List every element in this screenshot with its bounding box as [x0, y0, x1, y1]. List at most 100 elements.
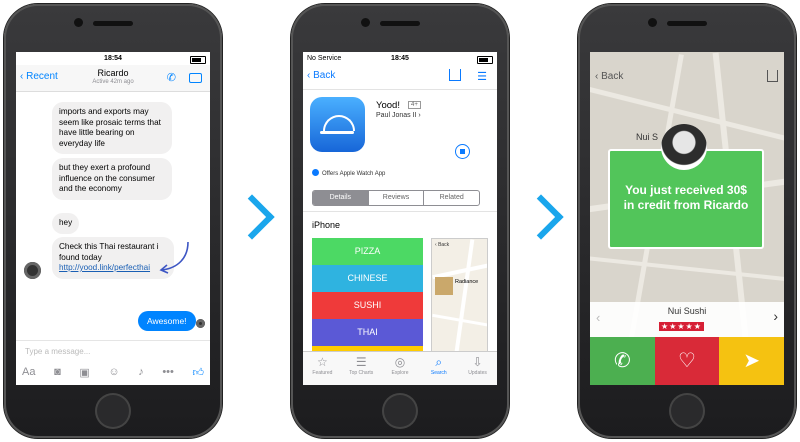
- microphone-icon[interactable]: ♪: [138, 366, 144, 379]
- category-tile: SUSHI: [312, 292, 423, 319]
- phone-icon[interactable]: ✆: [167, 71, 176, 84]
- tab-details[interactable]: Details: [313, 191, 368, 205]
- speaker: [93, 21, 133, 26]
- list-icon: ☰: [355, 355, 367, 369]
- tab-search[interactable]: ⌕ Search: [419, 352, 458, 385]
- share-icon[interactable]: [449, 69, 461, 81]
- watch-info: Offers Apple Watch App: [312, 169, 385, 177]
- battery-icon: [477, 56, 493, 64]
- action-bar: ✆ ♡ ➤: [590, 337, 784, 385]
- arrow-annotation-icon: [159, 241, 189, 274]
- star-icon: ☆: [317, 355, 328, 369]
- category-tile: THAI: [312, 319, 423, 346]
- back-label: Back: [313, 70, 336, 81]
- heart-icon: ♡: [678, 350, 696, 372]
- message-text: Check this Thai restaurant i found today: [59, 242, 159, 262]
- avatar: [661, 124, 707, 170]
- navigate-button[interactable]: ➤: [719, 337, 784, 385]
- age-rating: 4+: [408, 101, 421, 109]
- tab-related[interactable]: Related: [423, 191, 479, 205]
- emoji-icon[interactable]: ☺: [108, 366, 119, 379]
- status-time: 18:54: [104, 55, 122, 62]
- camera: [648, 18, 657, 27]
- status-bar: No Service 18:45: [303, 52, 497, 65]
- phone-icon: ✆: [613, 350, 631, 372]
- tab-updates[interactable]: ⇩ Updates: [458, 352, 497, 385]
- share-icon[interactable]: [767, 70, 778, 82]
- camera: [74, 18, 83, 27]
- divider: [303, 211, 497, 212]
- developer-link[interactable]: Paul Jonas II ›: [376, 112, 421, 119]
- tab-reviews[interactable]: Reviews: [367, 191, 424, 205]
- more-icon[interactable]: •••: [162, 366, 174, 379]
- list-icon[interactable]: ☰: [477, 70, 487, 83]
- rating-stars: ★★★★★: [659, 322, 704, 331]
- home-button: [669, 393, 705, 429]
- status-bar: 18:54: [16, 52, 210, 65]
- avatar: [24, 262, 41, 279]
- category-tile: PIZZA: [312, 238, 423, 265]
- carrier: No Service: [307, 55, 342, 62]
- video-icon[interactable]: [189, 73, 202, 83]
- navigate-icon: ➤: [743, 350, 761, 372]
- chevron-right-icon[interactable]: ›: [773, 308, 778, 324]
- phone-messenger: 18:54 ‹ Recent Ricardo Active 42m ago ✆ …: [4, 4, 222, 438]
- active-status: Active 42m ago: [92, 79, 134, 85]
- chevron-right-icon: [518, 194, 564, 240]
- tab-bar: ☆ Featured ☰ Top Charts ◎ Explore ⌕ Search ⇩…: [303, 351, 497, 385]
- restaurant-card[interactable]: ‹ Nui Sushi ★★★★★ ›: [590, 302, 784, 337]
- tab-top-charts[interactable]: ☰ Top Charts: [342, 352, 381, 385]
- speaker: [667, 21, 707, 26]
- phone-appstore: No Service 18:45 ‹ Back ☰ Yood! 4+ Paul …: [291, 4, 509, 438]
- back-label: Back: [601, 71, 624, 82]
- yood-link[interactable]: http://yood.link/perfecthai: [59, 263, 150, 272]
- message-bubble: hey: [52, 213, 80, 234]
- yood-screen: ‹ Back Nui S You just received 30$ in cr…: [590, 52, 784, 385]
- popup-line-2: in credit from Ricardo: [623, 198, 749, 212]
- gallery-icon[interactable]: ▣: [79, 366, 89, 379]
- tab-featured[interactable]: ☆ Featured: [303, 352, 342, 385]
- camera: [361, 18, 370, 27]
- chevron-right-icon: [229, 194, 275, 240]
- seen-avatar: [196, 319, 205, 328]
- section-label: iPhone: [312, 220, 341, 230]
- chat-header: ‹ Recent Ricardo Active 42m ago ✆: [16, 65, 210, 92]
- phone-yood: ‹ Back Nui S You just received 30$ in cr…: [578, 4, 796, 438]
- message-bubble: but they exert a profound influence on t…: [52, 158, 172, 200]
- compass-icon: ◎: [394, 355, 406, 369]
- screenshot-preview: ‹ Back Radiance: [431, 238, 488, 358]
- tab-explore[interactable]: ◎ Explore: [381, 352, 420, 385]
- back-button[interactable]: ‹ Back: [307, 70, 335, 81]
- search-icon: ⌕: [435, 355, 443, 369]
- nav-bar: ‹ Back: [590, 65, 784, 91]
- home-button: [95, 393, 131, 429]
- app-icon: [310, 97, 365, 152]
- battery-icon: [190, 56, 206, 64]
- messenger-screen: 18:54 ‹ Recent Ricardo Active 42m ago ✆ …: [16, 52, 210, 385]
- screenshot-back: ‹ Back: [435, 242, 450, 248]
- appstore-screen: No Service 18:45 ‹ Back ☰ Yood! 4+ Paul …: [303, 52, 497, 385]
- popup-line-1: You just received 30$: [625, 183, 747, 197]
- screenshot-place: Radiance: [455, 279, 479, 285]
- download-icon[interactable]: [455, 144, 470, 159]
- composer-toolbar: Aa ◙ ▣ ☺ ♪ ••• 👍︎: [22, 366, 204, 379]
- thumbnail: [435, 277, 453, 295]
- status-time: 18:45: [391, 55, 409, 62]
- contact-name: Ricardo: [97, 68, 129, 78]
- restaurant-name: Nui Sushi: [667, 306, 707, 316]
- watch-icon: [312, 169, 319, 176]
- aa-icon[interactable]: Aa: [22, 366, 35, 379]
- nav-bar: ‹ Back ☰: [303, 65, 497, 90]
- like-icon[interactable]: 👍︎: [192, 366, 204, 379]
- message-input[interactable]: Type a message...: [25, 347, 90, 356]
- category-tile: CHINESE: [312, 265, 423, 292]
- segmented-control: Details Reviews Related: [312, 190, 480, 206]
- camera-icon[interactable]: ◙: [54, 366, 61, 379]
- speaker: [380, 21, 420, 26]
- favorite-button[interactable]: ♡: [654, 337, 720, 385]
- download-icon: ⇩: [472, 355, 483, 369]
- back-button[interactable]: ‹ Back: [595, 71, 623, 82]
- sent-message: Awesome!: [138, 311, 196, 331]
- message-bubble-link: Check this Thai restaurant i found today…: [52, 237, 174, 279]
- call-button[interactable]: ✆: [590, 337, 655, 385]
